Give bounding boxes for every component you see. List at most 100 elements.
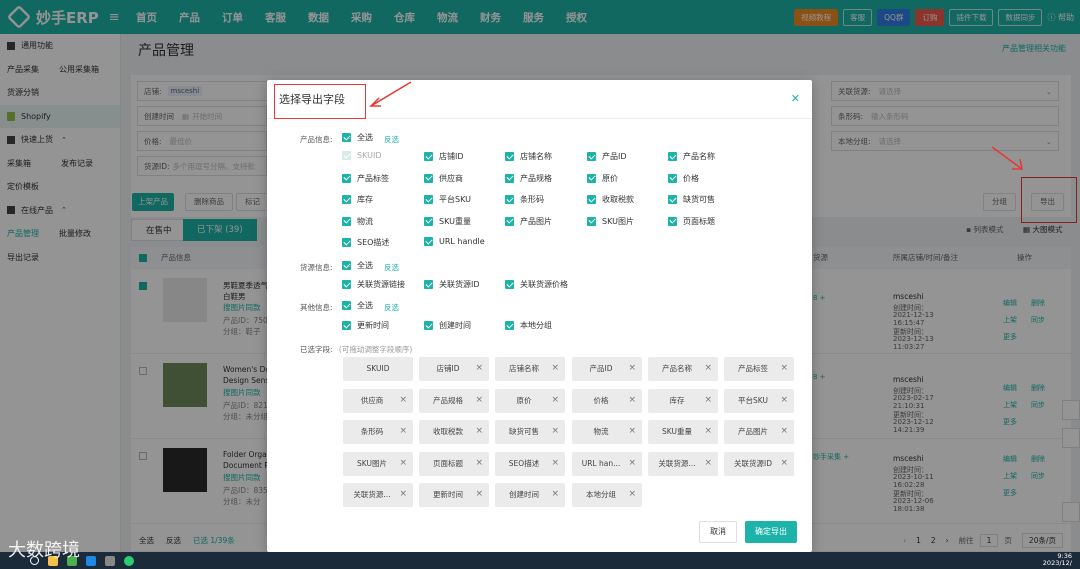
selected-field-chip[interactable]: 本地分组 ×	[572, 483, 642, 507]
selected-field-chip[interactable]: 产品规格 ×	[419, 388, 489, 413]
field-checkbox[interactable]: 物流	[342, 216, 373, 227]
selected-field-chip[interactable]: 物流 ×	[572, 420, 642, 444]
field-checkbox[interactable]: 价格	[668, 173, 699, 184]
selected-field-chip[interactable]: 关联货源ID ×	[724, 451, 794, 476]
remove-chip-icon[interactable]: ×	[551, 420, 559, 443]
checkbox-checked-icon	[342, 301, 351, 310]
field-checkbox[interactable]: 平台SKU	[424, 194, 471, 205]
remove-chip-icon[interactable]: ×	[628, 483, 636, 506]
remove-chip-icon[interactable]: ×	[551, 483, 559, 506]
remove-chip-icon[interactable]: ×	[704, 420, 712, 443]
remove-chip-icon[interactable]: ×	[551, 452, 559, 475]
selected-field-chip[interactable]: 条形码 ×	[343, 420, 413, 444]
remove-chip-icon[interactable]: ×	[628, 389, 636, 412]
field-checkbox[interactable]: 收取税款	[587, 194, 634, 205]
remove-chip-icon[interactable]: ×	[475, 452, 483, 475]
selected-field-chip[interactable]: SKU图片 ×	[343, 451, 413, 476]
source-invert-link[interactable]: 反选	[384, 262, 399, 273]
field-checkbox[interactable]: SKU图片	[587, 216, 634, 227]
selected-field-chip[interactable]: 产品ID ×	[572, 357, 642, 381]
app-icon[interactable]	[86, 555, 96, 566]
selected-field-chip[interactable]: 供应商 ×	[343, 388, 413, 413]
selected-field-chip[interactable]: SKU重量 ×	[648, 420, 718, 444]
field-checkbox[interactable]: 条形码	[505, 194, 544, 205]
remove-chip-icon[interactable]: ×	[551, 357, 559, 380]
remove-chip-icon[interactable]: ×	[780, 389, 788, 412]
field-checkbox[interactable]: 店铺ID	[424, 151, 464, 162]
other-select-all-checkbox[interactable]: 全选	[342, 300, 373, 311]
close-icon[interactable]: ✕	[791, 92, 800, 105]
remove-chip-icon[interactable]: ×	[399, 389, 407, 412]
selected-field-chip[interactable]: 缺货可售 ×	[495, 420, 565, 444]
remove-chip-icon[interactable]: ×	[780, 420, 788, 443]
field-checkbox[interactable]: SKU重量	[424, 216, 471, 227]
selected-field-chip[interactable]: 收取税款 ×	[419, 420, 489, 444]
remove-chip-icon[interactable]: ×	[628, 357, 636, 380]
field-checkbox[interactable]: 关联货源ID	[424, 279, 480, 290]
selected-field-chip[interactable]: 店铺名称 ×	[495, 357, 565, 381]
field-checkbox[interactable]: 缺货可售	[668, 194, 715, 205]
wechat-icon[interactable]	[124, 555, 134, 566]
remove-chip-icon[interactable]: ×	[704, 357, 712, 380]
remove-chip-icon[interactable]: ×	[704, 452, 712, 475]
selected-field-chip[interactable]: 产品图片 ×	[724, 420, 794, 444]
source-select-all-checkbox[interactable]: 全选	[342, 260, 373, 271]
selected-field-chip[interactable]: 产品名称 ×	[648, 357, 718, 381]
remove-chip-icon[interactable]: ×	[704, 389, 712, 412]
remove-chip-icon[interactable]: ×	[475, 483, 483, 506]
field-checkbox[interactable]: 原价	[587, 173, 618, 184]
product-invert-link[interactable]: 反选	[384, 134, 399, 145]
remove-chip-icon[interactable]: ×	[475, 389, 483, 412]
field-checkbox[interactable]: 关联货源价格	[505, 279, 568, 290]
selected-field-chip[interactable]: 关联货源... ×	[648, 451, 718, 476]
cancel-button[interactable]: 取消	[699, 521, 737, 543]
selected-field-chip[interactable]: 平台SKU ×	[724, 388, 794, 413]
remove-chip-icon[interactable]: ×	[628, 420, 636, 443]
selected-field-chip[interactable]: 更新时间 ×	[419, 483, 489, 507]
remove-chip-icon[interactable]: ×	[475, 420, 483, 443]
chip-label: 原价	[516, 395, 532, 405]
confirm-export-button[interactable]: 确定导出	[745, 521, 797, 543]
app-icon[interactable]	[105, 555, 115, 566]
remove-chip-icon[interactable]: ×	[399, 483, 407, 506]
field-checkbox[interactable]: 库存	[342, 194, 373, 205]
field-checkbox[interactable]: 更新时间	[342, 320, 389, 331]
field-checkbox[interactable]: 产品名称	[668, 151, 715, 162]
selected-field-chip[interactable]: 页面标题 ×	[419, 451, 489, 476]
selected-field-chip[interactable]: URL han... ×	[572, 451, 642, 476]
product-select-all-checkbox[interactable]: 全选	[342, 132, 373, 143]
remove-chip-icon[interactable]: ×	[780, 452, 788, 475]
selected-field-chip[interactable]: 创建时间 ×	[495, 483, 565, 507]
field-checkbox[interactable]: 产品规格	[505, 173, 552, 184]
selected-field-chip[interactable]: 原价 ×	[495, 388, 565, 413]
selected-field-chip[interactable]: 店铺ID ×	[419, 357, 489, 381]
checkbox-label: 关联货源价格	[520, 280, 568, 289]
field-checkbox[interactable]: 创建时间	[424, 320, 471, 331]
field-checkbox[interactable]: 产品图片	[505, 216, 552, 227]
field-checkbox[interactable]: URL handle	[424, 237, 485, 246]
other-invert-link[interactable]: 反选	[384, 302, 399, 313]
field-checkbox[interactable]: SKUID	[342, 151, 381, 160]
remove-chip-icon[interactable]: ×	[399, 420, 407, 443]
remove-chip-icon[interactable]: ×	[780, 357, 788, 380]
selected-field-chip[interactable]: SKUID	[343, 357, 413, 381]
selected-field-chip[interactable]: 价格 ×	[572, 388, 642, 413]
field-checkbox[interactable]: 本地分组	[505, 320, 552, 331]
selected-field-chip[interactable]: 关联货源... ×	[343, 483, 413, 507]
field-checkbox[interactable]: 店铺名称	[505, 151, 552, 162]
remove-chip-icon[interactable]: ×	[399, 452, 407, 475]
checkbox-label: 价格	[683, 173, 699, 183]
checkbox-checked-icon	[342, 195, 351, 204]
remove-chip-icon[interactable]: ×	[475, 357, 483, 380]
remove-chip-icon[interactable]: ×	[551, 389, 559, 412]
selected-field-chip[interactable]: SEO描述 ×	[495, 451, 565, 476]
selected-field-chip[interactable]: 产品标签 ×	[724, 357, 794, 381]
field-checkbox[interactable]: SEO描述	[342, 237, 389, 248]
field-checkbox[interactable]: 产品标签	[342, 173, 389, 184]
remove-chip-icon[interactable]: ×	[628, 452, 636, 475]
field-checkbox[interactable]: 产品ID	[587, 151, 627, 162]
field-checkbox[interactable]: 供应商	[424, 173, 463, 184]
selected-field-chip[interactable]: 库存 ×	[648, 388, 718, 413]
field-checkbox[interactable]: 页面标题	[668, 216, 715, 227]
field-checkbox[interactable]: 关联货源链接	[342, 279, 405, 290]
